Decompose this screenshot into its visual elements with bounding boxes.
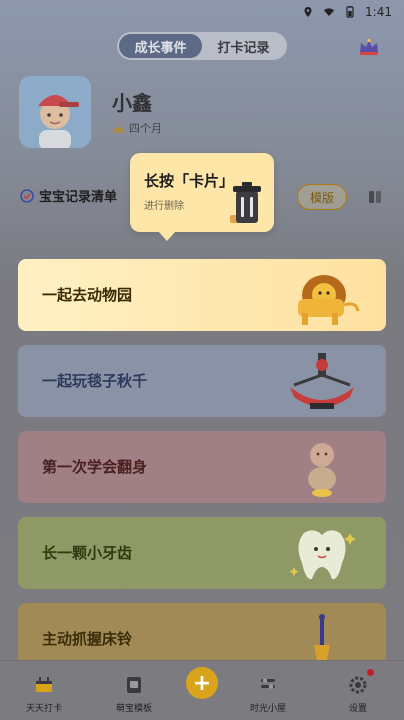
crown-icon[interactable] [358, 38, 380, 56]
event-card[interactable]: 一起玩毯子秋千 [18, 345, 386, 417]
page: 1:41 成长事件 打卡记录 小鑫 四个月 宝宝记录清单 模版 长按「卡片」 进… [0, 0, 404, 720]
swing-icon [290, 353, 354, 409]
nav-label: 萌宝模板 [115, 704, 152, 714]
nav-item-settings[interactable]: 设置 [328, 675, 388, 714]
status-time: 1:41 [365, 5, 392, 19]
baby-age: 四个月 [129, 122, 162, 135]
template-icon [127, 677, 141, 693]
tooltip-title: 长按「卡片」 [144, 172, 235, 190]
location-icon [304, 7, 312, 17]
delete-hint-tooltip: 长按「卡片」 进行删除 [130, 153, 274, 241]
tab-checkin-records[interactable]: 打卡记录 [202, 34, 285, 58]
checklist-icon [20, 188, 34, 203]
nav-item-daily-checkin[interactable]: 天天打卡 [14, 675, 74, 714]
battery-icon [346, 6, 354, 18]
event-card[interactable]: 长一颗小牙齿 [18, 517, 386, 589]
event-card[interactable]: 一起去动物园 [18, 259, 386, 331]
top-bar: 成长事件 打卡记录 [0, 30, 404, 64]
list-header: 宝宝记录清单 [20, 186, 117, 205]
layout-toggle-icon[interactable] [368, 190, 382, 204]
baby-name: 小鑫 [112, 91, 152, 115]
tooth-icon [289, 530, 356, 580]
age-row: 四个月 [112, 120, 162, 136]
add-button[interactable]: + [186, 667, 218, 699]
status-bar: 1:41 [0, 0, 404, 24]
tooltip-subtitle: 进行删除 [144, 201, 184, 212]
event-card-label: 一起去动物园 [42, 286, 133, 304]
lion-icon [298, 275, 360, 325]
avatar-boy-icon [19, 76, 91, 148]
baby-icon [308, 443, 336, 497]
nav-label: 天天打卡 [25, 704, 62, 714]
trash-icon [230, 182, 261, 223]
list-title: 宝宝记录清单 [39, 190, 118, 205]
event-card-label: 主动抓握床铃 [42, 630, 133, 648]
cake-icon [113, 123, 123, 133]
notification-dot [367, 669, 374, 676]
nav-item-templates[interactable]: 萌宝模板 [104, 675, 164, 714]
bottom-nav: 天天打卡 萌宝模板 + 时光小屋 设置 [0, 660, 404, 720]
house-icon [261, 678, 275, 689]
nav-label: 时光小屋 [249, 704, 286, 714]
checkin-icon [36, 677, 52, 692]
event-card[interactable]: 第一次学会翻身 [18, 431, 386, 503]
event-card-label: 第一次学会翻身 [42, 458, 148, 476]
event-card-label: 长一颗小牙齿 [42, 544, 133, 562]
tab-switcher: 成长事件 打卡记录 [117, 32, 287, 60]
wifi-icon [324, 8, 335, 16]
settings-icon [349, 676, 367, 694]
template-button[interactable]: 模版 [297, 184, 347, 210]
nav-item-time-house[interactable]: 时光小屋 [238, 675, 298, 714]
tab-growth-events[interactable]: 成长事件 [119, 34, 202, 58]
nav-label: 设置 [348, 704, 367, 714]
avatar[interactable] [19, 76, 91, 148]
event-card-label: 一起玩毯子秋千 [42, 372, 148, 390]
